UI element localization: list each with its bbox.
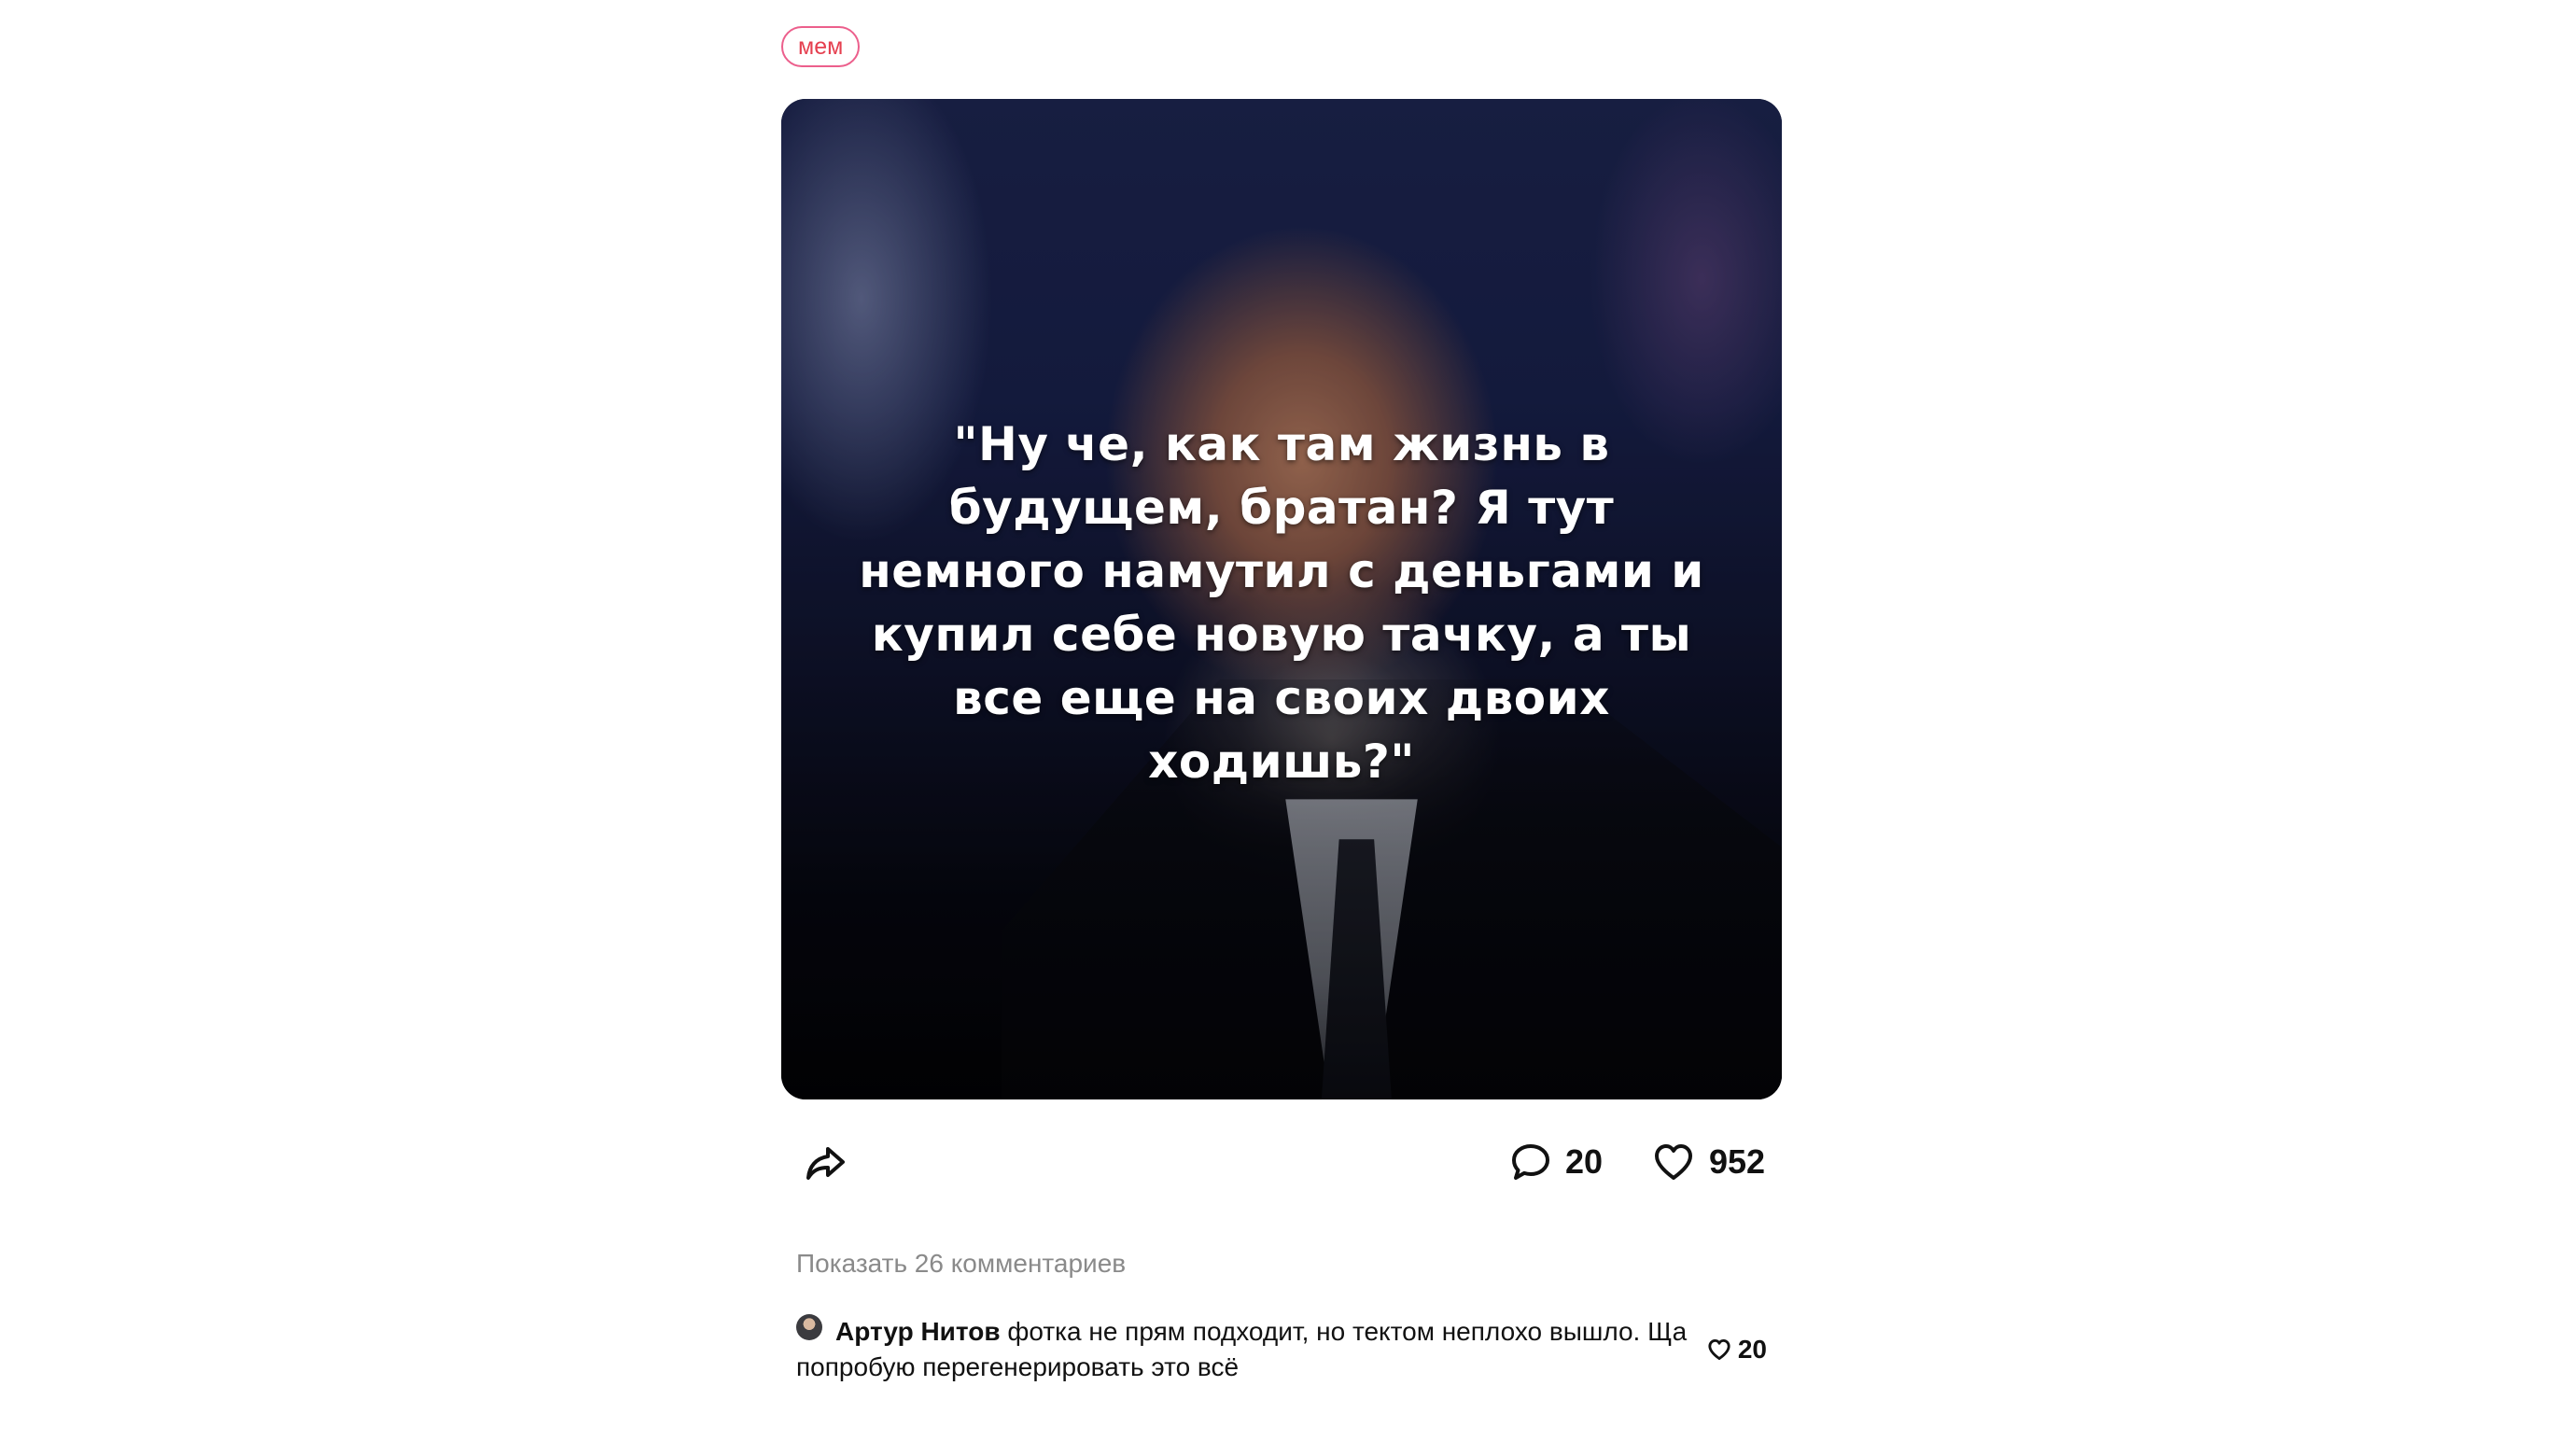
post-image[interactable]: "Ну че, как там жизнь в будущем, братан?…: [781, 99, 1782, 1099]
comment-like-button[interactable]: 20: [1706, 1337, 1767, 1363]
like-button[interactable]: 952: [1651, 1140, 1765, 1184]
comments-button[interactable]: 20: [1509, 1140, 1603, 1184]
meme-caption: "Ну че, как там жизнь в будущем, братан?…: [859, 417, 1704, 789]
comment-body: Артур Нитов фотка не прям подходит, но т…: [796, 1314, 1692, 1385]
post-actions: 20 952: [781, 1132, 1782, 1192]
comments-count: 20: [1565, 1142, 1604, 1181]
comment-likes-count: 20: [1737, 1335, 1767, 1364]
show-comments-link[interactable]: Показать 26 комментариев: [796, 1251, 1126, 1277]
share-icon: [806, 1147, 845, 1180]
post-tag[interactable]: мем: [781, 26, 861, 67]
share-button[interactable]: [804, 1141, 848, 1184]
heart-icon: [1708, 1338, 1730, 1361]
likes-count: 952: [1709, 1142, 1766, 1181]
comment-icon: [1512, 1144, 1549, 1180]
comment-author[interactable]: Артур Нитов: [835, 1317, 1001, 1346]
heart-icon: [1655, 1144, 1692, 1180]
comment-item: Артур Нитов фотка не прям подходит, но т…: [796, 1314, 1767, 1389]
